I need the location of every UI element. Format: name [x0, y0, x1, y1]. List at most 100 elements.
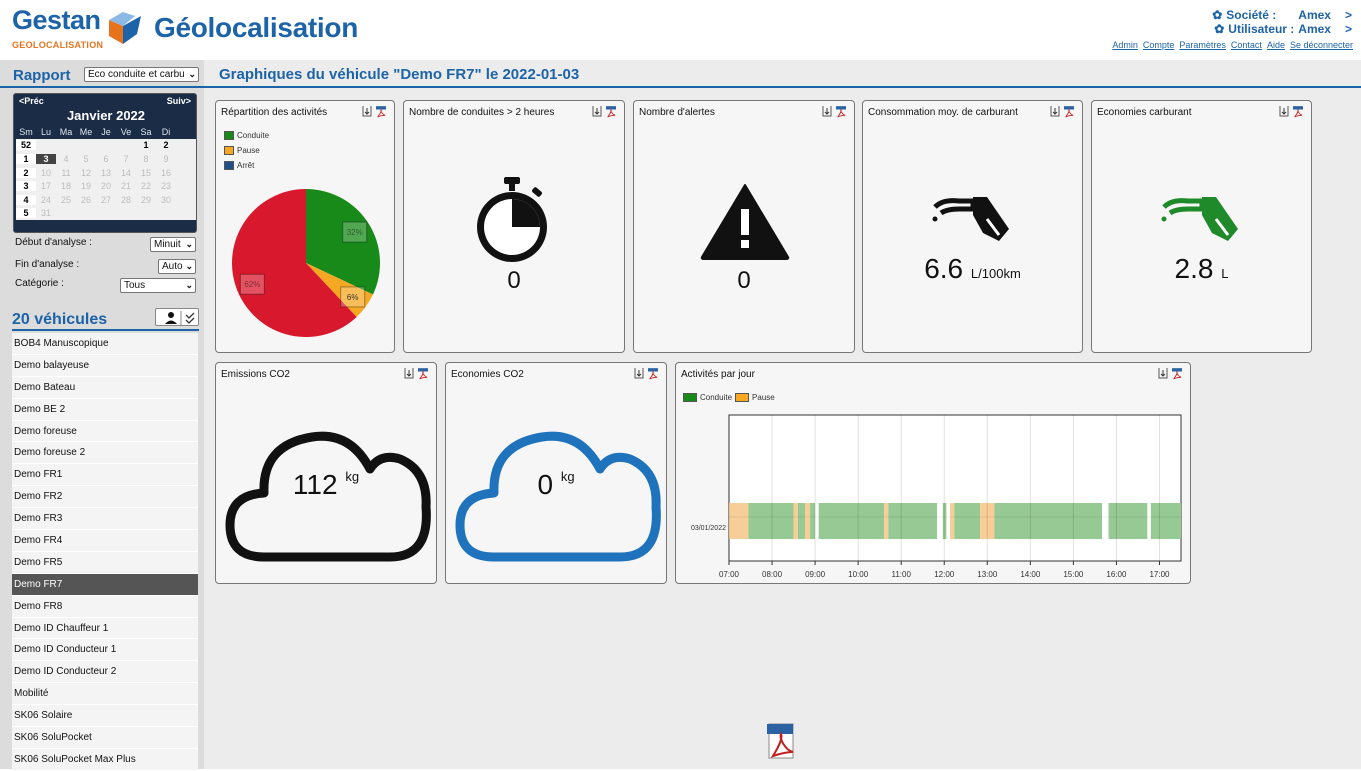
card-activites-jour: Activités par jour Conduite Pause 07:00 0… [675, 362, 1191, 584]
vehicle-list-item[interactable]: Demo ID Conducteur 1 [12, 639, 198, 662]
card-title: Nombre d'alertes [639, 107, 715, 118]
vehicle-list-item[interactable]: Demo foreuse 2 [12, 442, 198, 465]
vehicle-list-item[interactable]: Demo FR8 [12, 595, 198, 618]
utilisateur-value: Amex [1298, 22, 1331, 36]
vehicle-list-item[interactable]: Demo ID Conducteur 2 [12, 661, 198, 684]
calendar-day[interactable]: 13 [96, 168, 116, 178]
pdf-icon[interactable] [1293, 105, 1303, 119]
calendar-day[interactable]: 7 [116, 154, 136, 164]
vehicle-list-item[interactable]: SK06 Solaire [12, 705, 198, 728]
calendar-day[interactable]: 19 [76, 181, 96, 191]
pdf-icon[interactable] [1064, 105, 1074, 119]
legend-label: Arrêt [237, 161, 255, 170]
download-icon[interactable] [592, 105, 602, 119]
pdf-icon[interactable] [836, 105, 846, 119]
calendar-day[interactable]: 26 [76, 195, 96, 205]
vehicle-list-item[interactable]: Demo ID Chauffeur 1 [12, 617, 198, 640]
calendar-day[interactable]: 31 [36, 208, 56, 218]
gestan-logo[interactable]: Gestan GEOLOCALISATION [12, 6, 103, 50]
pdf-icon[interactable] [418, 367, 428, 381]
calendar-day[interactable]: 2 [156, 140, 176, 150]
x-tick-label: 07:00 [719, 570, 740, 579]
fin-select[interactable]: Auto ⌄ [158, 259, 196, 274]
calendar-day[interactable]: 10 [36, 168, 56, 178]
calendar-day[interactable]: 6 [96, 154, 116, 164]
vehicle-list-item[interactable]: SK06 SoluPocket Max Plus [12, 748, 198, 771]
download-icon[interactable] [404, 367, 414, 381]
calendar-day[interactable]: 23 [156, 181, 176, 191]
link-admin[interactable]: Admin [1112, 40, 1138, 50]
calendar-day[interactable]: 5 [76, 154, 96, 164]
card-economies-carburant: Economies carburant 2.8 L [1091, 100, 1312, 353]
vehicle-list-item[interactable]: Demo FR3 [12, 508, 198, 531]
vehicle-list-item[interactable]: Demo BE 2 [12, 398, 198, 421]
vehicle-list-item[interactable]: Demo foreuse [12, 420, 198, 443]
calendar-day[interactable]: 27 [96, 195, 116, 205]
calendar-day[interactable]: 14 [116, 168, 136, 178]
download-icon[interactable] [362, 105, 372, 119]
calendar-day[interactable]: 3 [36, 153, 56, 164]
vehicle-list-item[interactable]: Demo FR4 [12, 530, 198, 552]
pdf-icon[interactable] [376, 105, 386, 119]
calendar-day[interactable]: 12 [76, 168, 96, 178]
categorie-select[interactable]: Tous ⌄ [120, 278, 196, 293]
vehicle-list-item[interactable]: Demo Bateau [12, 376, 198, 399]
link-contact[interactable]: Contact [1231, 40, 1262, 50]
pdf-icon[interactable] [648, 367, 658, 381]
download-icon[interactable] [822, 105, 832, 119]
calendar-day[interactable]: 20 [96, 181, 116, 191]
calendar-prev[interactable]: <Préc [19, 96, 44, 106]
vehicle-list-item[interactable]: Demo FR2 [12, 486, 198, 509]
vehicle-list-item[interactable]: Demo FR5 [12, 551, 198, 574]
calendar-day[interactable]: 28 [116, 195, 136, 205]
calendar-next[interactable]: Suiv> [167, 96, 191, 106]
calendar-weekday: Me [79, 126, 93, 137]
vehicle-filter-button[interactable] [155, 308, 199, 326]
pdf-icon[interactable] [1172, 367, 1182, 381]
calendar-day[interactable]: 15 [136, 168, 156, 178]
export-pdf-icon[interactable] [767, 722, 797, 762]
chevron-right-icon: > [1344, 8, 1352, 22]
utilisateur-row[interactable]: ✿ Utilisateur : Amex > [1212, 22, 1352, 36]
calendar-day[interactable]: 9 [156, 154, 176, 164]
link-compte[interactable]: Compte [1143, 40, 1175, 50]
calendar-day[interactable]: 21 [116, 181, 136, 191]
vehicle-list-item[interactable]: BOB4 Manuscopique [12, 333, 198, 355]
calendar-day[interactable]: 22 [136, 181, 156, 191]
calendar-day[interactable]: 4 [56, 154, 76, 164]
link-aide[interactable]: Aide [1267, 40, 1285, 50]
calendar-day[interactable]: 30 [156, 195, 176, 205]
calendar-day[interactable]: 24 [36, 195, 56, 205]
vehicle-list-item[interactable]: SK06 SoluPocket [12, 727, 198, 749]
download-icon[interactable] [1279, 105, 1289, 119]
calendar-day[interactable]: 18 [56, 181, 76, 191]
link-parametres[interactable]: Paramètres [1179, 40, 1226, 50]
debut-select[interactable]: Minuit ⌄ [150, 237, 196, 252]
calendar-day[interactable]: 17 [36, 181, 56, 191]
vehicle-list-item[interactable]: Demo FR7 [12, 573, 198, 596]
download-icon[interactable] [1158, 367, 1168, 381]
calendar-day[interactable]: 29 [136, 195, 156, 205]
calendar-day[interactable]: 1 [136, 140, 156, 150]
societe-row[interactable]: ✿ Société : Amex > [1212, 8, 1352, 22]
calendar-day[interactable]: 8 [136, 154, 156, 164]
calendar-week-row: 2 10 11 12 13 14 15 16 [16, 165, 196, 180]
link-logout[interactable]: Se déconnecter [1290, 40, 1353, 50]
rapport-select[interactable]: Eco conduite et carbu ⌄ [84, 67, 199, 82]
vehicle-list-item[interactable]: Demo FR1 [12, 464, 198, 487]
vehicle-list-item[interactable]: Mobilité [12, 683, 198, 706]
economies-co2-display: 0 kg [446, 469, 666, 501]
pdf-icon[interactable] [606, 105, 616, 119]
calendar-day[interactable]: 11 [56, 168, 76, 178]
economies-carb-value: 2.8 [1174, 253, 1214, 284]
vehicle-list-item[interactable]: Demo balayeuse [12, 354, 198, 377]
societe-value: Amex [1298, 8, 1331, 22]
calendar-day[interactable]: 16 [156, 168, 176, 178]
download-icon[interactable] [634, 367, 644, 381]
page-title: Graphiques du véhicule "Demo FR7" le 202… [219, 66, 580, 83]
activity-bar-conduite [1108, 503, 1148, 539]
calendar-day[interactable]: 25 [56, 195, 76, 205]
activity-bar-conduite [954, 503, 981, 539]
header: Gestan GEOLOCALISATION Géolocalisation ✿… [0, 0, 1361, 60]
download-icon[interactable] [1050, 105, 1060, 119]
